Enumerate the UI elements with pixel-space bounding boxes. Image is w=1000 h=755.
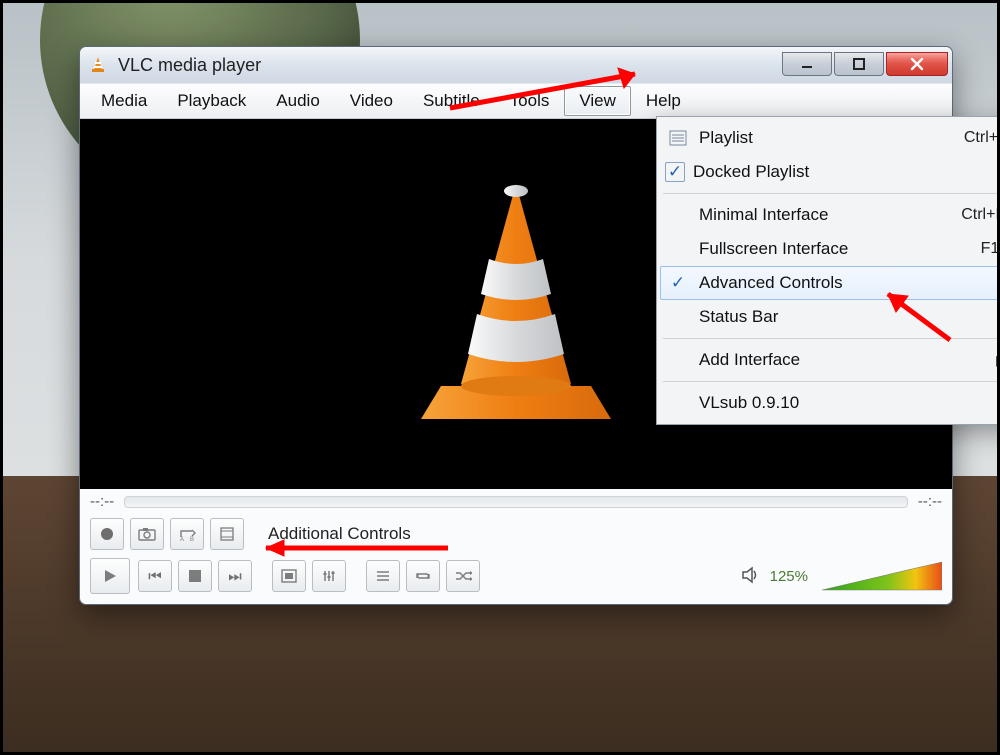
- menu-separator: [663, 338, 1000, 339]
- menuitem-label: Fullscreen Interface: [699, 239, 973, 259]
- next-button[interactable]: ⏭: [218, 560, 252, 592]
- loop-ab-button[interactable]: AB: [170, 518, 204, 550]
- maximize-button[interactable]: [834, 52, 884, 76]
- play-button[interactable]: [90, 558, 130, 594]
- fullscreen-icon: [281, 569, 297, 583]
- menubar: Media Playback Audio Video Subtitle Tool…: [80, 83, 952, 119]
- loop-icon: [414, 569, 432, 583]
- menu-playback[interactable]: Playback: [162, 86, 261, 116]
- menu-separator: [663, 381, 1000, 382]
- stop-button[interactable]: [178, 560, 212, 592]
- vlc-cone-icon: [411, 174, 621, 434]
- view-add-interface[interactable]: Add Interface ▶: [660, 343, 1000, 377]
- menu-subtitle[interactable]: Subtitle: [408, 86, 495, 116]
- time-elapsed: --:--: [90, 493, 114, 510]
- window-title: VLC media player: [114, 55, 776, 76]
- speaker-icon: [740, 564, 762, 586]
- app-icon: [88, 54, 108, 77]
- svg-text:B: B: [190, 537, 194, 542]
- menuitem-shortcut: F11: [981, 240, 1000, 258]
- mute-button[interactable]: [740, 564, 762, 589]
- volume-percent: 125%: [770, 568, 808, 585]
- list-icon: [665, 130, 691, 146]
- view-fullscreen-interface[interactable]: Fullscreen Interface F11: [660, 232, 1000, 266]
- menuitem-label: Status Bar: [699, 307, 1000, 327]
- filmstrip-icon: [219, 526, 235, 542]
- volume-slider[interactable]: [822, 560, 942, 592]
- loop-button[interactable]: [406, 560, 440, 592]
- menuitem-label: Advanced Controls: [699, 273, 1000, 293]
- menu-separator: [663, 193, 1000, 194]
- menuitem-label: Playlist: [699, 128, 956, 148]
- menu-media[interactable]: Media: [86, 86, 162, 116]
- menu-audio[interactable]: Audio: [261, 86, 334, 116]
- playlist-icon: [375, 569, 391, 583]
- view-vlsub[interactable]: VLsub 0.9.10: [660, 386, 1000, 420]
- svg-text:A: A: [180, 537, 184, 542]
- menu-help[interactable]: Help: [631, 86, 696, 116]
- menu-view[interactable]: View: [564, 86, 631, 116]
- shuffle-icon: [454, 569, 472, 583]
- next-icon: ⏭: [228, 569, 242, 584]
- additional-controls-label: Additional Controls: [268, 524, 411, 544]
- seek-bar[interactable]: [124, 496, 908, 508]
- menuitem-label: VLsub 0.9.10: [699, 393, 1000, 413]
- menuitem-shortcut: Ctrl+H: [961, 206, 1000, 224]
- previous-icon: ⏮: [148, 569, 162, 584]
- minimize-button[interactable]: [782, 52, 832, 76]
- menu-tools[interactable]: Tools: [495, 86, 565, 116]
- check-icon: ✓: [665, 162, 685, 182]
- loop-ab-icon: AB: [177, 526, 197, 542]
- advanced-controls-row: AB Additional Controls: [80, 512, 952, 550]
- equalizer-icon: [321, 569, 337, 583]
- menu-video[interactable]: Video: [335, 86, 408, 116]
- play-icon: [102, 568, 118, 584]
- frame-step-button[interactable]: [210, 518, 244, 550]
- controls-row: ⏮ ⏭: [80, 550, 952, 604]
- camera-icon: [138, 527, 156, 541]
- fullscreen-button[interactable]: [272, 560, 306, 592]
- titlebar: VLC media player: [80, 47, 952, 83]
- check-icon: ✓: [665, 273, 691, 293]
- view-playlist[interactable]: Playlist Ctrl+L: [660, 121, 1000, 155]
- menuitem-label: Docked Playlist: [693, 162, 1000, 182]
- shuffle-button[interactable]: [446, 560, 480, 592]
- view-minimal-interface[interactable]: Minimal Interface Ctrl+H: [660, 198, 1000, 232]
- view-status-bar[interactable]: Status Bar: [660, 300, 1000, 334]
- snapshot-button[interactable]: [130, 518, 164, 550]
- menuitem-label: Minimal Interface: [699, 205, 953, 225]
- view-docked-playlist[interactable]: ✓ Docked Playlist: [660, 155, 1000, 189]
- view-advanced-controls[interactable]: ✓ Advanced Controls: [660, 266, 1000, 300]
- view-dropdown: Playlist Ctrl+L ✓ Docked Playlist Minima…: [656, 116, 1000, 425]
- seek-row: --:-- --:--: [80, 489, 952, 512]
- record-icon: [101, 528, 113, 540]
- menuitem-shortcut: Ctrl+L: [964, 129, 1000, 147]
- previous-button[interactable]: ⏮: [138, 560, 172, 592]
- menuitem-label: Add Interface: [699, 350, 988, 370]
- stop-icon: [189, 570, 201, 582]
- record-button[interactable]: [90, 518, 124, 550]
- submenu-arrow-icon: ▶: [996, 352, 1000, 369]
- extended-settings-button[interactable]: [312, 560, 346, 592]
- playlist-button[interactable]: [366, 560, 400, 592]
- time-remaining: --:--: [918, 493, 942, 510]
- close-button[interactable]: [886, 52, 948, 76]
- vlc-window: VLC media player Media Playback Audio Vi…: [79, 46, 953, 605]
